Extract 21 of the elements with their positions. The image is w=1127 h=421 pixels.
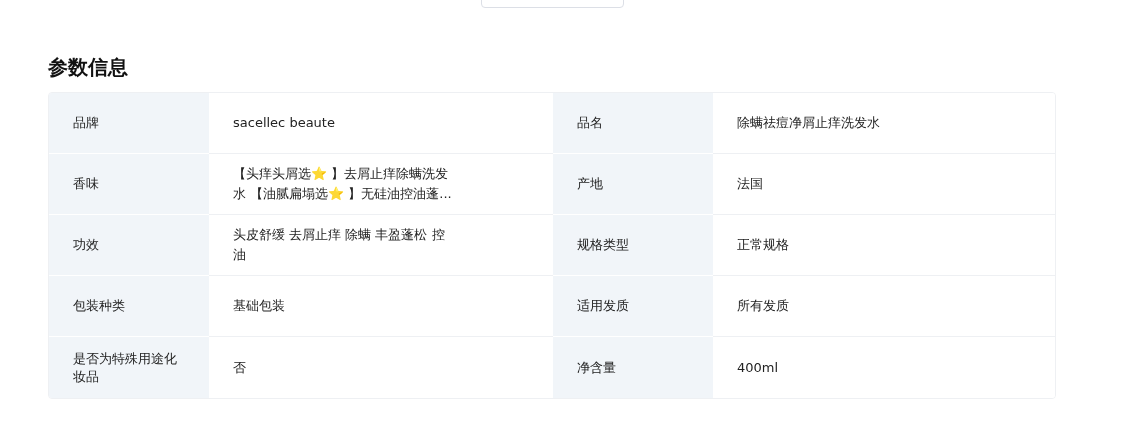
parameter-value: 400ml [737, 358, 779, 377]
section-title: 参数信息 [48, 54, 128, 81]
parameter-value: sacellec beaute [233, 114, 335, 132]
parameter-label: 净含量 [577, 358, 616, 377]
parameter-label: 包装种类 [73, 297, 125, 315]
parameter-label: 适用发质 [577, 297, 629, 315]
parameter-value: 所有发质 [737, 297, 789, 315]
parameter-value: 法国 [737, 175, 763, 193]
parameter-label: 品名 [577, 114, 603, 132]
parameter-label: 产地 [577, 175, 603, 193]
parameter-value: 基础包装 [233, 297, 285, 315]
parameter-label: 功效 [73, 236, 99, 254]
parameter-value: 头皮舒缓 去屑止痒 除螨 丰盈蓬松 控油 [233, 226, 446, 264]
parameter-value: 除螨祛痘净屑止痒洗发水 [737, 114, 880, 132]
parameter-value: 【头痒头屑选⭐ 】去屑止痒除螨洗发水 【油腻扁塌选⭐ 】无硅油控油蓬... [233, 165, 453, 203]
parameter-label: 是否为特殊用途化妆品 [73, 349, 178, 386]
parameter-value: 否 [233, 358, 246, 377]
parameter-label: 品牌 [73, 114, 99, 132]
parameter-label: 规格类型 [577, 236, 629, 254]
parameter-label: 香味 [73, 175, 99, 193]
parameter-value: 正常规格 [737, 236, 789, 254]
